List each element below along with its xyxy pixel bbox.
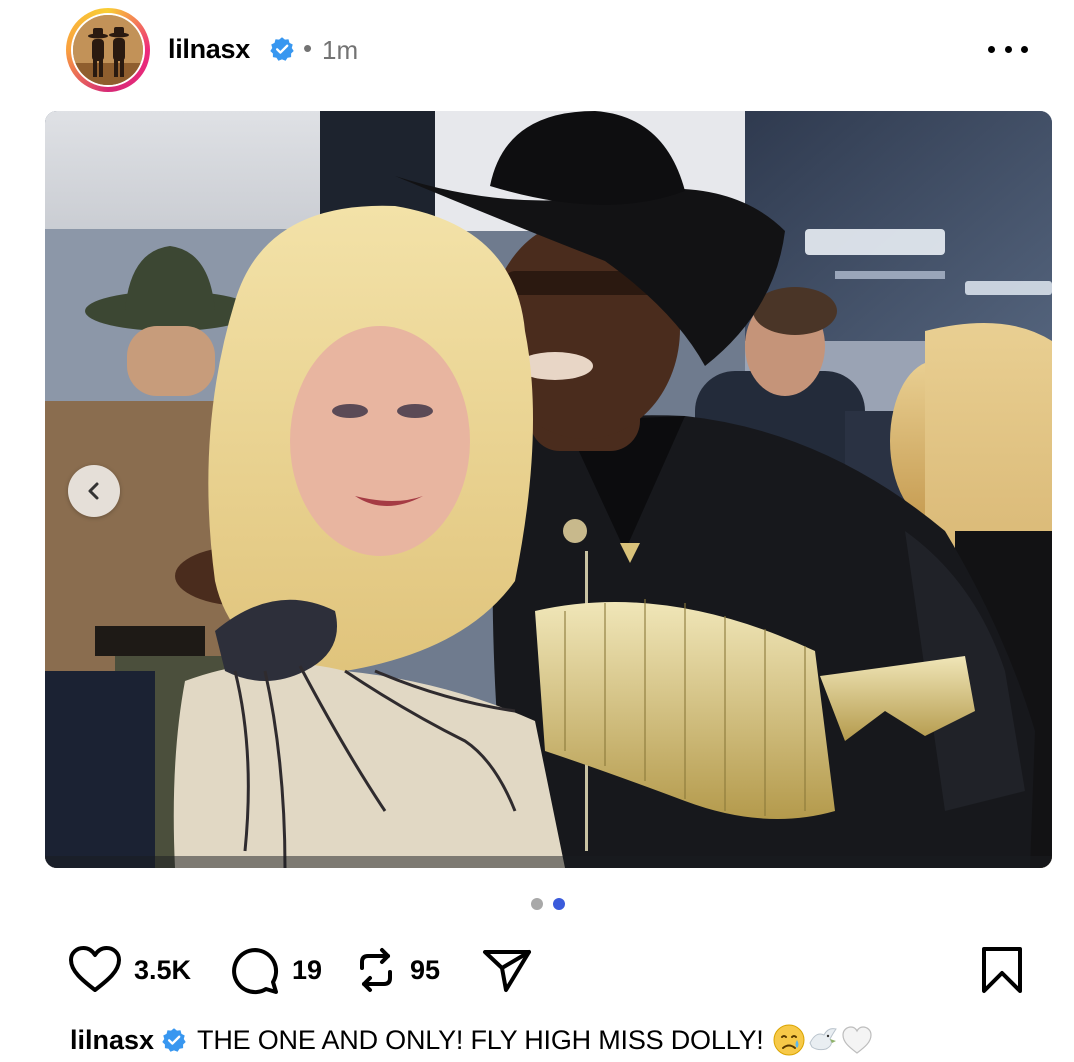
- like-button[interactable]: 3.5K: [68, 940, 191, 1000]
- more-dot: [1021, 45, 1028, 53]
- comment-button[interactable]: 19: [228, 940, 322, 1000]
- comment-icon: [232, 948, 279, 995]
- post-photo[interactable]: [45, 111, 1052, 868]
- like-count: 3.5K: [134, 955, 192, 985]
- share-button[interactable]: [482, 940, 532, 1000]
- repost-button[interactable]: 95: [354, 940, 440, 1000]
- more-dot: [1004, 45, 1012, 53]
- send-icon: [483, 950, 531, 992]
- post-timestamp: 1m: [322, 35, 359, 65]
- post-header: lilnasx • 1m: [0, 0, 1074, 100]
- chevron-left-icon: [88, 482, 99, 500]
- bookmark-icon: [982, 947, 1022, 993]
- more-dot: [988, 45, 995, 53]
- post-username[interactable]: lilnasx: [168, 32, 250, 66]
- post-actions: 3.5K 19 95: [0, 940, 1074, 1004]
- separator-dot: •: [303, 33, 313, 63]
- white-heart-icon: [841, 1026, 872, 1054]
- carousel-dot-active: [553, 898, 565, 910]
- avatar-border: [71, 13, 145, 87]
- heart-icon: [69, 946, 121, 992]
- verified-badge-icon: [269, 36, 295, 62]
- caption-text: THE ONE AND ONLY! FLY HIGH MISS DOLLY!: [197, 1024, 764, 1055]
- carousel-indicator: [531, 897, 571, 911]
- caption-emojis: [772, 1023, 874, 1057]
- caption-username[interactable]: lilnasx: [70, 1025, 154, 1056]
- more-options-icon[interactable]: [988, 40, 1028, 58]
- verified-badge-icon: [162, 1028, 186, 1052]
- bookmark-button[interactable]: [980, 940, 1024, 1000]
- carousel-dot: [531, 898, 543, 910]
- carousel-prev-button[interactable]: [68, 465, 120, 517]
- repost-count: 95: [410, 955, 441, 985]
- comment-count: 19: [292, 955, 323, 985]
- repost-icon: [360, 948, 392, 992]
- crying-face-icon: [773, 1024, 805, 1056]
- avatar-image: [73, 15, 143, 85]
- avatar[interactable]: [66, 8, 150, 92]
- dove-icon: [809, 1028, 837, 1051]
- post-caption: lilnasx THE ONE AND ONLY! FLY HIGH MISS …: [70, 1020, 874, 1060]
